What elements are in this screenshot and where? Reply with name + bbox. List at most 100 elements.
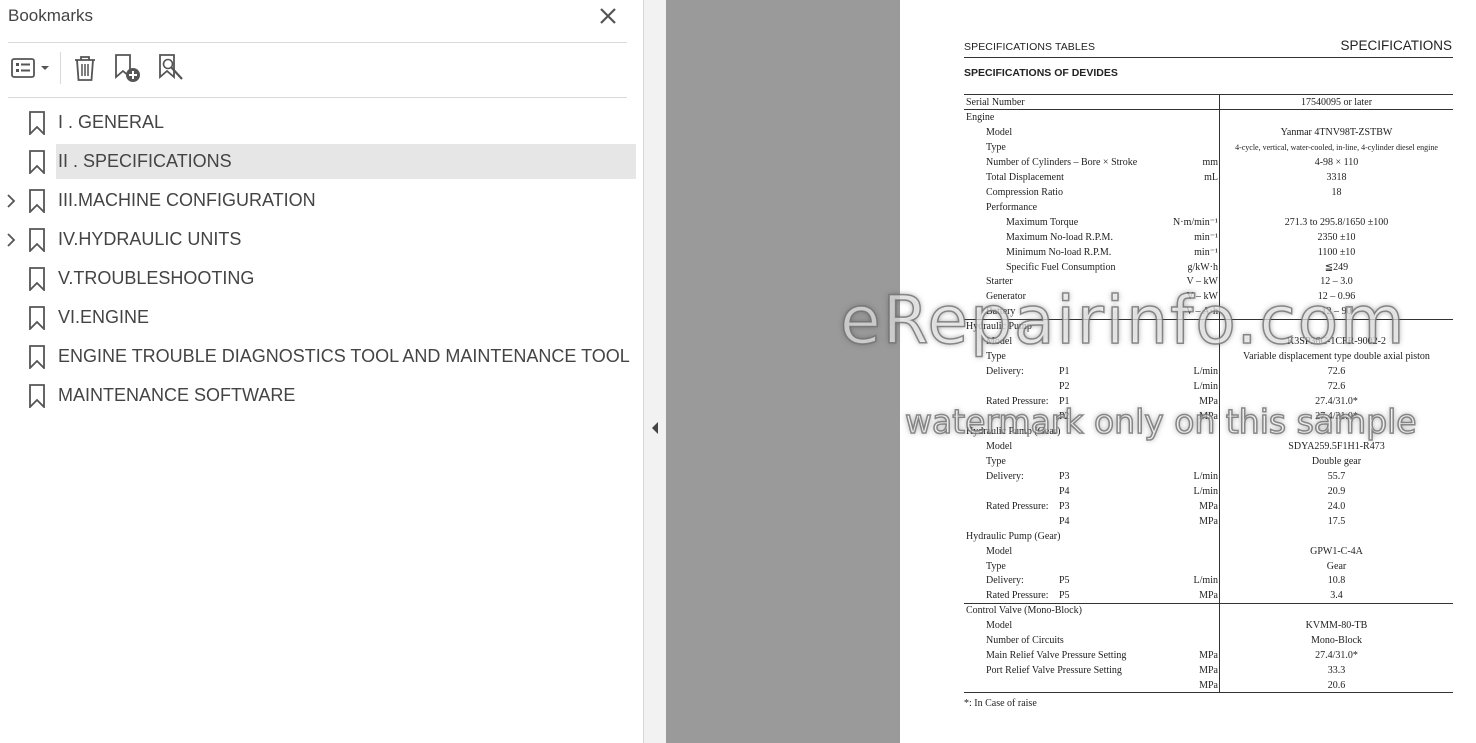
section-heading: Hydraulic Pump: [966, 321, 1032, 333]
bookmark-icon: [28, 345, 46, 371]
bookmark-item[interactable]: ENGINE TROUBLE DIAGNOSTICS TOOL AND MAIN…: [0, 339, 636, 374]
bookmark-icon: [28, 384, 46, 410]
spec-label: Port Relief Valve Pressure Setting: [986, 665, 1122, 677]
spec-label: Maximum Torque: [1006, 216, 1079, 228]
spec-label: Number of Cylinders – Bore × Stroke: [986, 156, 1138, 168]
spec-value: 4-98 × 110: [1314, 156, 1359, 168]
spec-unit: mm: [1202, 156, 1218, 168]
find-bookmark-button[interactable]: [154, 52, 188, 84]
spec-value: 17.5: [1327, 515, 1346, 527]
spec-value: 12 – 0.96: [1317, 291, 1356, 303]
spec-label: Number of Circuits: [986, 635, 1064, 647]
new-bookmark-button[interactable]: [110, 52, 144, 84]
spec-value: 27.4/31.0*: [1315, 396, 1358, 408]
bookmark-item[interactable]: I . GENERAL: [0, 105, 636, 140]
spec-unit: MPa: [1199, 515, 1218, 527]
section-heading: Control Valve (Mono-Block): [966, 605, 1082, 617]
bookmark-item[interactable]: V.TROUBLESHOOTING: [0, 261, 636, 296]
bookmark-item[interactable]: MAINTENANCE SOFTWARE: [0, 378, 636, 413]
options-button[interactable]: [8, 52, 52, 84]
bookmark-icon: [28, 189, 46, 215]
section-heading: Engine: [966, 112, 995, 123]
bookmark-label: I . GENERAL: [58, 112, 165, 132]
spec-unit: L/min: [1193, 366, 1218, 378]
spec-port: P2: [1059, 411, 1070, 422]
spec-value: 20.9: [1327, 485, 1346, 497]
bookmark-icon: [28, 306, 46, 332]
bookmark-item[interactable]: III.MACHINE CONFIGURATION: [0, 183, 636, 218]
spec-value: Yanmar 4TNV98T-ZSTBW: [1280, 126, 1393, 138]
collapse-panel-icon[interactable]: [650, 420, 660, 436]
spec-label: Minimum No-load R.P.M.: [1006, 246, 1112, 258]
spec-label: Compression Ratio: [986, 186, 1063, 198]
trash-icon: [75, 56, 95, 81]
bookmark-label: IV.HYDRAULIC UNITS: [58, 229, 242, 249]
bookmark-label: III.MACHINE CONFIGURATION: [58, 190, 316, 210]
spec-label: Main Relief Valve Pressure Setting: [986, 650, 1127, 662]
spec-value: 10.8: [1327, 575, 1346, 587]
spec-label: Maximum No-load R.P.M.: [1006, 231, 1113, 243]
spec-label: Total Displacement: [986, 171, 1064, 183]
add-bookmark-icon: [115, 54, 140, 82]
serial-value: 17540095 or later: [1300, 97, 1373, 108]
panel-splitter[interactable]: [644, 0, 666, 743]
bookmark-label: ENGINE TROUBLE DIAGNOSTICS TOOL AND MAIN…: [58, 346, 630, 366]
spec-label: Generator: [986, 291, 1026, 303]
spec-value: GPW1-C-4A: [1310, 545, 1363, 557]
spec-value: 55.7: [1327, 470, 1346, 482]
spec-port: P3: [1059, 500, 1070, 512]
search-bookmark-icon: [159, 54, 183, 80]
spec-unit: L/min: [1193, 381, 1218, 393]
spec-unit: min⁻¹: [1194, 246, 1218, 258]
spec-port: P5: [1059, 590, 1070, 602]
spec-unit: MPa: [1199, 411, 1218, 422]
bookmark-label: VI.ENGINE: [58, 307, 150, 327]
spec-port: P2: [1059, 381, 1070, 393]
spec-value: 12 – 90: [1321, 306, 1352, 318]
delete-bookmark-button[interactable]: [70, 52, 100, 84]
spec-unit: g/kW·h: [1187, 261, 1218, 273]
spec-label: Model: [986, 440, 1013, 452]
bookmark-icon: [28, 267, 46, 293]
spec-value: K3SP36C-1CFR-9002-2: [1287, 336, 1386, 348]
spec-value: 20.6: [1327, 680, 1346, 692]
bookmark-label: II . SPECIFICATIONS: [58, 151, 232, 171]
spec-port: P3: [1059, 470, 1070, 482]
bookmark-item[interactable]: VI.ENGINE: [0, 300, 636, 335]
close-icon[interactable]: [596, 4, 620, 28]
serial-rule: [964, 109, 1453, 110]
spec-port: P1: [1059, 366, 1070, 378]
spec-label: Type: [986, 560, 1006, 572]
spec-value: 72.6: [1327, 381, 1346, 393]
list-options-icon: [11, 58, 49, 78]
chevron-right-icon[interactable]: [4, 232, 18, 248]
bookmark-label: V.TROUBLESHOOTING: [58, 268, 255, 288]
spec-value: Mono-Block: [1310, 635, 1363, 647]
table-bottom-rule: [964, 692, 1453, 693]
spec-value: Variable displacement type double axial …: [1243, 351, 1430, 363]
bookmark-item[interactable]: II . SPECIFICATIONS: [0, 144, 636, 179]
section-heading: Hydraulic Pump (Gear): [966, 530, 1061, 542]
spec-unit: min⁻¹: [1194, 231, 1218, 243]
header-divider: [8, 42, 627, 43]
spec-value: SDYA259.5F1H1-R473: [1288, 440, 1385, 452]
spec-unit: MPa: [1199, 500, 1218, 512]
header-rule: [964, 57, 1453, 58]
spec-label: Rated Pressure:: [986, 500, 1049, 512]
spec-port: P1: [1059, 396, 1070, 408]
spec-value: 2350 ±10: [1317, 231, 1356, 243]
bookmark-item[interactable]: IV.HYDRAULIC UNITS: [0, 222, 636, 257]
bookmark-icon: [28, 228, 46, 254]
chevron-right-icon[interactable]: [4, 193, 18, 209]
spec-value: 27.4/31.0*: [1315, 650, 1358, 662]
spec-unit: V – kW: [1186, 291, 1218, 303]
spec-label: Model: [986, 545, 1013, 557]
spec-value: 3318: [1326, 171, 1347, 183]
spec-value: 72.6: [1327, 366, 1346, 378]
spec-value: KVMM-80-TB: [1305, 620, 1368, 632]
spec-label: Type: [986, 351, 1006, 363]
spec-value: Gear: [1326, 560, 1347, 572]
spec-value: 4-cycle, vertical, water-cooled, in-line…: [1235, 142, 1438, 152]
section-rule: [964, 319, 1453, 321]
panel-title: Bookmarks: [8, 6, 94, 25]
